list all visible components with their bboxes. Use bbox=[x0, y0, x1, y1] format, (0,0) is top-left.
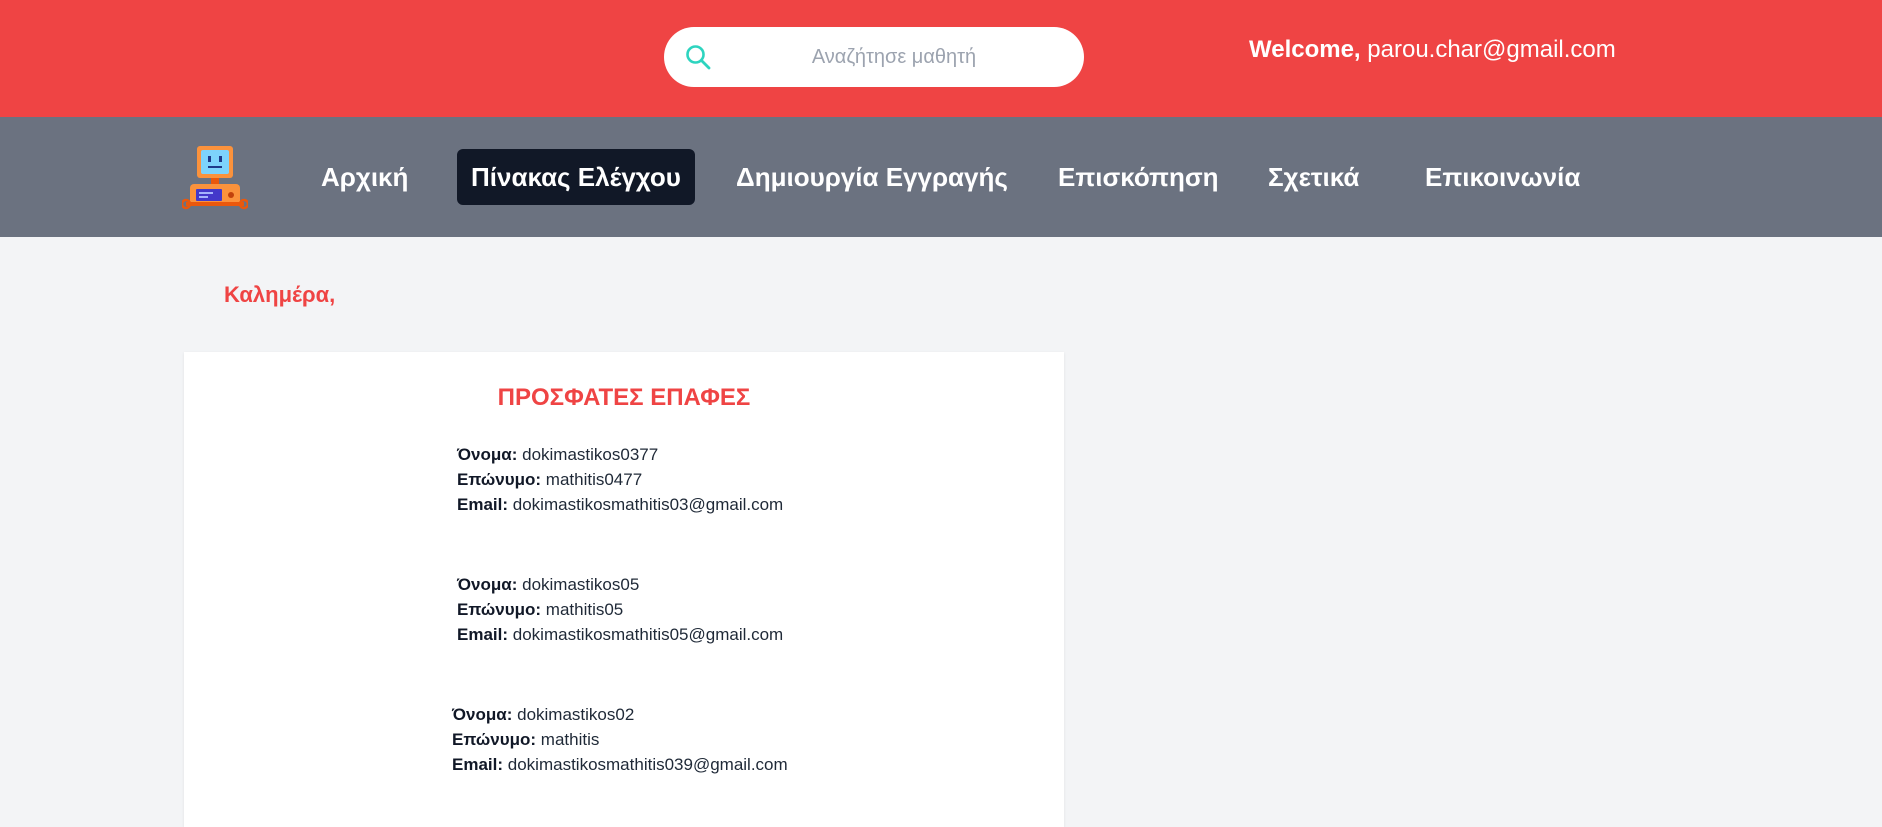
recent-contacts-card: ΠΡΟΣΦΑΤΕΣ ΕΠΑΦΕΣ Όνομα: dokimastikos0377… bbox=[184, 352, 1064, 827]
search-icon[interactable] bbox=[684, 43, 712, 71]
first-name-value: dokimastikos05 bbox=[522, 575, 640, 594]
contact-first-name-row: Όνομα: dokimastikos02 bbox=[452, 702, 788, 727]
contact-entry: Όνομα: dokimastikos05 Επώνυμο: mathitis0… bbox=[457, 572, 783, 647]
email-value: dokimastikosmathitis039@gmail.com bbox=[507, 755, 788, 774]
computer-mascot-logo[interactable] bbox=[182, 144, 248, 212]
last-name-label: Επώνυμο: bbox=[452, 730, 537, 749]
email-value: dokimastikosmathitis03@gmail.com bbox=[512, 495, 784, 514]
contact-last-name-row: Επώνυμο: mathitis05 bbox=[457, 597, 783, 622]
nav-item-dashboard[interactable]: Πίνακας Ελέγχου bbox=[457, 149, 695, 205]
first-name-label: Όνομα: bbox=[452, 705, 513, 724]
email-label: Email: bbox=[452, 755, 504, 774]
last-name-value: mathitis05 bbox=[545, 600, 624, 619]
recent-contacts-title: ΠΡΟΣΦΑΤΕΣ ΕΠΑΦΕΣ bbox=[497, 384, 751, 411]
top-bar: Welcome, parou.char@gmail.com bbox=[0, 0, 1882, 117]
contact-entry: Όνομα: dokimastikos0377 Επώνυμο: mathiti… bbox=[457, 442, 783, 517]
nav-item-about[interactable]: Σχετικά bbox=[1268, 149, 1359, 205]
nav-item-overview[interactable]: Επισκόπηση bbox=[1058, 149, 1219, 205]
contact-entry: Όνομα: dokimastikos02 Επώνυμο: mathitis … bbox=[452, 702, 788, 777]
email-label: Email: bbox=[457, 625, 509, 644]
nav-item-home[interactable]: Αρχική bbox=[321, 149, 408, 205]
first-name-value: dokimastikos0377 bbox=[522, 445, 659, 464]
nav-item-create-registration[interactable]: Δημιουργία Εγγραγής bbox=[736, 149, 1008, 205]
search-input[interactable] bbox=[724, 27, 1064, 87]
contact-email-row: Email: dokimastikosmathitis05@gmail.com bbox=[457, 622, 783, 647]
user-email: parou.char@gmail.com bbox=[1367, 36, 1616, 63]
email-value: dokimastikosmathitis05@gmail.com bbox=[512, 625, 784, 644]
contact-last-name-row: Επώνυμο: mathitis bbox=[452, 727, 788, 752]
contact-email-row: Email: dokimastikosmathitis03@gmail.com bbox=[457, 492, 783, 517]
first-name-value: dokimastikos02 bbox=[517, 705, 635, 724]
first-name-label: Όνομα: bbox=[457, 575, 518, 594]
greeting: Καλημέρα, bbox=[224, 282, 336, 307]
contact-last-name-row: Επώνυμο: mathitis0477 bbox=[457, 467, 783, 492]
contact-first-name-row: Όνομα: dokimastikos05 bbox=[457, 572, 783, 597]
main-nav: Αρχική Πίνακας Ελέγχου Δημιουργία Εγγραγ… bbox=[0, 117, 1882, 237]
email-label: Email: bbox=[457, 495, 509, 514]
last-name-value: mathitis bbox=[540, 730, 600, 749]
contact-first-name-row: Όνομα: dokimastikos0377 bbox=[457, 442, 783, 467]
nav-item-contact[interactable]: Επικοινωνία bbox=[1425, 149, 1580, 205]
search-bar[interactable] bbox=[664, 27, 1084, 87]
contact-email-row: Email: dokimastikosmathitis039@gmail.com bbox=[452, 752, 788, 777]
last-name-label: Επώνυμο: bbox=[457, 470, 542, 489]
welcome-message: Welcome, parou.char@gmail.com bbox=[1249, 32, 1616, 68]
first-name-label: Όνομα: bbox=[457, 445, 518, 464]
welcome-label: Welcome, bbox=[1249, 36, 1361, 63]
last-name-label: Επώνυμο: bbox=[457, 600, 542, 619]
last-name-value: mathitis0477 bbox=[545, 470, 643, 489]
